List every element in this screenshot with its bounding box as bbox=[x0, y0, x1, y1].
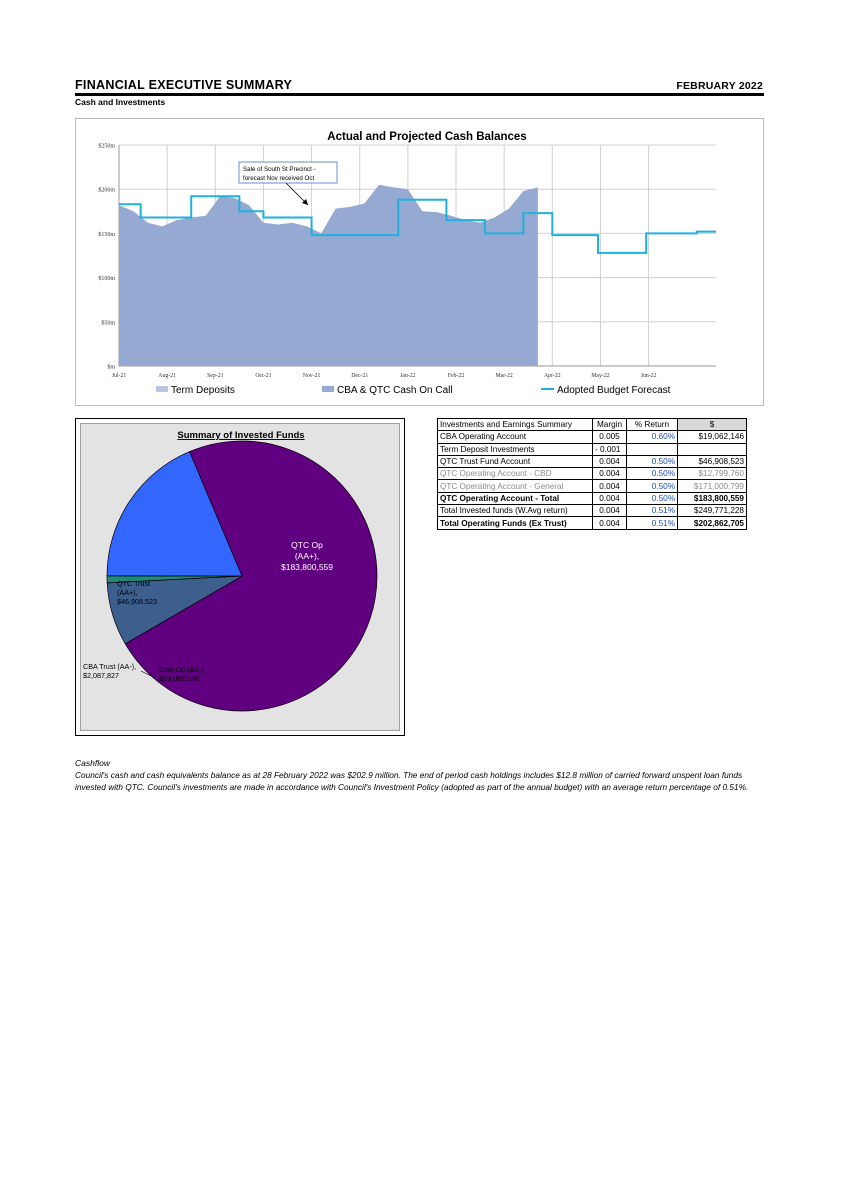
table-cell bbox=[626, 442, 678, 456]
report-date: FEBRUARY 2022 bbox=[676, 80, 763, 92]
cash-balance-chart-svg: Actual and Projected Cash Balances $m $50m… bbox=[98, 131, 716, 396]
cash-balance-chart: Actual and Projected Cash Balances $m $50m… bbox=[75, 118, 764, 406]
table-cell: QTC Operating Account - CBD bbox=[437, 467, 593, 481]
table-cell: 0.004 bbox=[592, 479, 627, 493]
invested-funds-plot-area: Summary of Invested Funds QTC Op (AA+), $18… bbox=[80, 423, 400, 731]
table-row: QTC Trust Fund Account 0.004 0.50% $46,9… bbox=[437, 454, 747, 469]
y-tick-label: $m bbox=[107, 364, 115, 371]
chart-title: Actual and Projected Cash Balances bbox=[327, 131, 526, 143]
annotation-text: forecast Nov received Oct bbox=[243, 175, 314, 182]
x-tick-label: Aug-21 bbox=[158, 373, 176, 379]
table-cell: 0.004 bbox=[592, 491, 627, 506]
table-cell: 0.005 bbox=[592, 430, 627, 444]
x-tick-label: Mar-22 bbox=[496, 373, 513, 379]
table-cell: $171,000,799 bbox=[677, 479, 747, 493]
table-cell: $19,062,146 bbox=[677, 430, 747, 444]
chart-legend: Term Deposits CBA & QTC Cash On Call Adopt… bbox=[156, 385, 671, 396]
table-header: Margin bbox=[592, 417, 627, 432]
table-row: QTC Operating Account - CBD 0.004 0.50% … bbox=[437, 467, 747, 481]
y-tick-label: $100m bbox=[98, 275, 115, 282]
cash-on-call-area bbox=[119, 184, 538, 366]
invested-funds-chart: Summary of Invested Funds QTC Op (AA+), $18… bbox=[75, 418, 405, 736]
legend-swatch-term-deposits bbox=[156, 386, 168, 392]
x-tick-label: Dec-21 bbox=[351, 373, 368, 379]
cashflow-heading: Cashflow bbox=[75, 758, 110, 768]
table-cell: - 0.001 bbox=[592, 442, 627, 456]
legend-label: Term Deposits bbox=[171, 385, 235, 396]
table-row: CBA Operating Account 0.005 0.60% $19,06… bbox=[437, 430, 747, 444]
table-row: Term Deposit Investments - 0.001 bbox=[437, 442, 747, 456]
table-cell: QTC Trust Fund Account bbox=[437, 454, 593, 469]
y-tick-label: $150m bbox=[98, 231, 115, 238]
table-cell: 0.50% bbox=[626, 467, 678, 481]
annotation-text: Sale of South St Precinct - bbox=[243, 166, 316, 173]
table-cell: 0.50% bbox=[626, 479, 678, 493]
x-tick-label: Jul-21 bbox=[112, 373, 127, 379]
x-tick-label: Jan-22 bbox=[400, 373, 416, 379]
investments-summary-table: Investments and Earnings Summary Margin … bbox=[437, 417, 747, 530]
section-subtitle: Cash and Investments bbox=[75, 97, 166, 107]
legend-label: CBA & QTC Cash On Call bbox=[337, 385, 453, 396]
table-cell: 0.004 bbox=[592, 516, 627, 530]
table-cell: Total Invested funds (W.Avg return) bbox=[437, 504, 593, 518]
table-cell: 0.51% bbox=[626, 504, 678, 518]
table-header: % Return bbox=[626, 417, 678, 432]
table-cell: Total Operating Funds (Ex Trust) bbox=[437, 516, 593, 530]
table-cell: 0.004 bbox=[592, 467, 627, 481]
table-cell: 0.60% bbox=[626, 430, 678, 444]
table-cell: 0.51% bbox=[626, 516, 678, 530]
pie-title: Summary of Invested Funds bbox=[177, 430, 304, 441]
table-cell bbox=[677, 442, 747, 456]
table-cell: 0.004 bbox=[592, 504, 627, 518]
page-title: FINANCIAL EXECUTIVE SUMMARY bbox=[75, 78, 293, 92]
cashflow-paragraph: Council's cash and cash equivalents bala… bbox=[75, 770, 749, 792]
table-cell: CBA Operating Account bbox=[437, 430, 593, 444]
table-header: Investments and Earnings Summary bbox=[437, 417, 593, 432]
pie-label-cba-op: CBA Op (AA-), $19,062,146 bbox=[159, 665, 206, 683]
table-cell: 0.50% bbox=[626, 491, 678, 506]
table-header: $ bbox=[677, 417, 747, 432]
table-cell: $12,799,760 bbox=[677, 467, 747, 481]
table-cell: $249,771,228 bbox=[677, 504, 747, 518]
table-header-row: Investments and Earnings Summary Margin … bbox=[437, 417, 747, 432]
y-tick-label: $200m bbox=[98, 187, 115, 194]
table-cell: QTC Operating Account - General bbox=[437, 479, 593, 493]
x-tick-label: May-22 bbox=[591, 373, 609, 379]
pie-label-cba-trust: CBA Trust (AA-), $2,087,827 bbox=[83, 662, 136, 680]
invested-funds-chart-svg: Summary of Invested FundsQTC Op (AA+), $18… bbox=[83, 430, 378, 712]
x-tick-label: Apr-22 bbox=[544, 373, 561, 379]
x-tick-label: Feb-22 bbox=[448, 373, 465, 379]
table-row: QTC Operating Account - General 0.004 0.… bbox=[437, 479, 747, 493]
table-cell: QTC Operating Account - Total bbox=[437, 491, 593, 506]
table-row: QTC Operating Account - Total 0.004 0.50… bbox=[437, 491, 747, 506]
x-tick-label: Nov-21 bbox=[303, 373, 321, 379]
table-cell: $202,862,705 bbox=[677, 516, 747, 530]
y-tick-label: $250m bbox=[98, 143, 115, 150]
table-cell: $46,908,523 bbox=[677, 454, 747, 469]
annotation-callout: Sale of South St Precinct - forecast Nov … bbox=[238, 161, 338, 206]
x-tick-label: Oct-21 bbox=[255, 373, 271, 379]
legend-label: Adopted Budget Forecast bbox=[557, 385, 671, 396]
y-tick-label: $50m bbox=[101, 319, 115, 326]
legend-swatch-cash-on-call bbox=[322, 386, 334, 392]
table-row: Total Operating Funds (Ex Trust) 0.004 0… bbox=[437, 516, 747, 530]
table-cell: 0.004 bbox=[592, 454, 627, 469]
table-cell: Term Deposit Investments bbox=[437, 442, 593, 456]
table-cell: 0.50% bbox=[626, 454, 678, 469]
x-tick-label: Sep-21 bbox=[207, 373, 224, 379]
table-cell: $183,800,559 bbox=[677, 491, 747, 506]
header-rule bbox=[75, 93, 764, 96]
x-tick-label: Jun-22 bbox=[641, 373, 657, 379]
table-row: Total Invested funds (W.Avg return) 0.00… bbox=[437, 504, 747, 518]
